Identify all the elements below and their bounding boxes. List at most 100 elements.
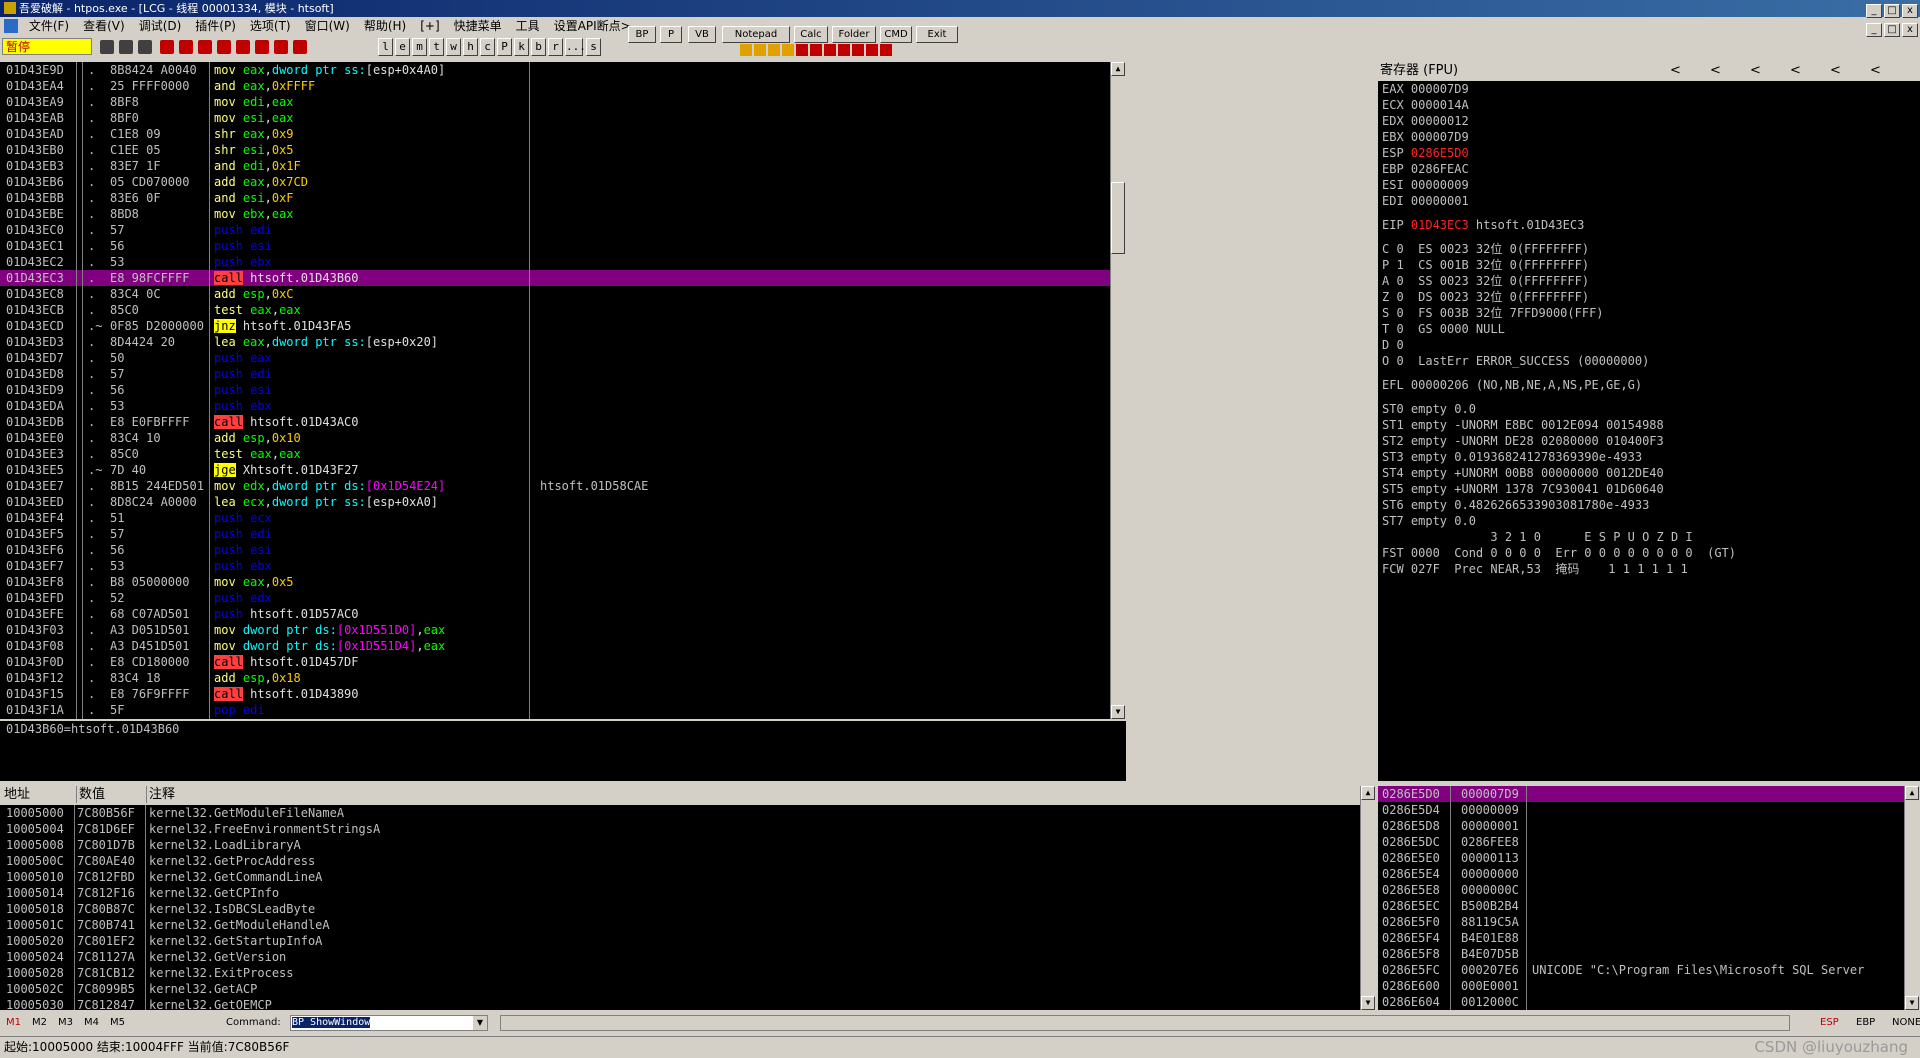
- register-line[interactable]: ESP 0286E5D0: [1378, 145, 1920, 161]
- register-line[interactable]: ST4 empty +UNORM 00B8 00000000 0012DE40: [1378, 465, 1920, 481]
- dump-row[interactable]: 1000501C 7C80B741 kernel32.GetModuleHandle…: [0, 917, 1360, 933]
- disasm-row[interactable]: 01D43ED3. 8D4424 20 lea eax,dword ptr ss:[…: [0, 334, 1110, 350]
- disasm-row[interactable]: 01D43EF5. 57 push edi: [0, 526, 1110, 542]
- dump-row[interactable]: 1000500C 7C80AE40 kernel32.GetProcAddress: [0, 853, 1360, 869]
- stack-row[interactable]: 0286E5D8 00000001: [1378, 818, 1904, 834]
- menu-item[interactable]: 文件(F): [22, 17, 76, 36]
- stack-row[interactable]: 0286E5EC B500B2B4: [1378, 898, 1904, 914]
- disasm-row[interactable]: 01D43EA9. 8BF8 mov edi,eax: [0, 94, 1110, 110]
- register-line[interactable]: Z 0 DS 0023 32位 0(FFFFFFFF): [1378, 289, 1920, 305]
- menu-item[interactable]: 查看(V): [76, 17, 132, 36]
- toolbar-c-button[interactable]: c: [480, 38, 495, 56]
- memory-tab-m2[interactable]: M2: [32, 1012, 58, 1034]
- register-line[interactable]: D 0: [1378, 337, 1920, 353]
- menu-item[interactable]: 帮助(H): [357, 17, 413, 36]
- menu-item[interactable]: 快捷菜单: [447, 17, 509, 36]
- stack-row[interactable]: 0286E600 000E0001: [1378, 978, 1904, 994]
- stack-scroll-up[interactable]: ▲: [1905, 786, 1919, 800]
- execute-till-return-icon[interactable]: [274, 40, 288, 54]
- plugin-icon[interactable]: [796, 44, 808, 56]
- close-button[interactable]: x: [1902, 4, 1918, 18]
- register-line[interactable]: [1378, 233, 1920, 241]
- cmd-reg-none[interactable]: NONE: [1892, 1012, 1920, 1034]
- toolbar-e-button[interactable]: e: [395, 38, 410, 56]
- disasm-row[interactable]: 01D43EE5 .~ 7D 40 jge Xhtsoft.01D43F27: [0, 462, 1110, 478]
- register-line[interactable]: A 0 SS 0023 32位 0(FFFFFFFF): [1378, 273, 1920, 289]
- disasm-row[interactable]: 01D43F08. A3 D451D501 mov dword ptr ds:[0x…: [0, 638, 1110, 654]
- cmd-reg-ebp[interactable]: EBP: [1856, 1012, 1892, 1034]
- register-nav-arrow[interactable]: <: [1830, 62, 1870, 79]
- disasm-row[interactable]: 01D43EED. 8D8C24 A0000 lea ecx,dword ptr s…: [0, 494, 1110, 510]
- register-line[interactable]: EDI 00000001: [1378, 193, 1920, 209]
- stack-row[interactable]: 0286E5F0 88119C5A: [1378, 914, 1904, 930]
- disasm-row[interactable]: 01D43EC2. 53 push ebx: [0, 254, 1110, 270]
- toolbar-m-button[interactable]: m: [412, 38, 427, 56]
- plugin-icon[interactable]: [810, 44, 822, 56]
- disasm-row[interactable]: 01D43EC0. 57 push edi: [0, 222, 1110, 238]
- quick-notepad-button[interactable]: Notepad: [722, 26, 790, 43]
- stack-row[interactable]: 0286E5FC 000207E6 UNICODE "C:\Program File…: [1378, 962, 1904, 978]
- stack-row[interactable]: 0286E5E8 0000000C: [1378, 882, 1904, 898]
- scroll-up-arrow[interactable]: ▲: [1111, 62, 1125, 76]
- register-line[interactable]: ECX 0000014A: [1378, 97, 1920, 113]
- disasm-row[interactable]: 01D43ED7. 50 push eax: [0, 350, 1110, 366]
- toolbar-l-button[interactable]: l: [378, 38, 393, 56]
- register-line[interactable]: ST2 empty -UNORM DE28 02080000 010400F3: [1378, 433, 1920, 449]
- menu-item[interactable]: 调试(D): [132, 17, 189, 36]
- register-line[interactable]: EBX 000007D9: [1378, 129, 1920, 145]
- register-line[interactable]: C 0 ES 0023 32位 0(FFFFFFFF): [1378, 241, 1920, 257]
- register-nav-arrow[interactable]: <: [1670, 62, 1710, 79]
- register-line[interactable]: ST0 empty 0.0: [1378, 401, 1920, 417]
- disasm-row[interactable]: 01D43F12. 83C4 18 add esp,0x18: [0, 670, 1110, 686]
- plugin-icon[interactable]: [880, 44, 892, 56]
- disasm-row[interactable]: 01D43ECB. 85C0 test eax,eax: [0, 302, 1110, 318]
- stack-row[interactable]: 0286E5D4 00000009: [1378, 802, 1904, 818]
- toolbar-r-button[interactable]: r: [548, 38, 563, 56]
- disasm-row[interactable]: 01D43F0D. E8 CD180000 call htsoft.01D457DF: [0, 654, 1110, 670]
- dump-row[interactable]: 10005000 7C80B56F kernel32.GetModuleFileNa…: [0, 805, 1360, 821]
- memory-tab-m5[interactable]: M5: [110, 1012, 136, 1034]
- disasm-row[interactable]: 01D43EC1. 56 push esi: [0, 238, 1110, 254]
- disasm-row[interactable]: 01D43EE3. 85C0 test eax,eax: [0, 446, 1110, 462]
- dump-scrollbar[interactable]: ▲ ▼: [1360, 786, 1376, 1010]
- app-menu-icon[interactable]: [4, 19, 18, 33]
- menu-item[interactable]: 选项(T): [243, 17, 298, 36]
- register-line[interactable]: ESI 00000009: [1378, 177, 1920, 193]
- disasm-row[interactable]: 01D43EF4. 51 push ecx: [0, 510, 1110, 526]
- menu-item[interactable]: [+]: [413, 17, 446, 36]
- disasm-row[interactable]: 01D43EF8. B8 05000000 mov eax,0x5: [0, 574, 1110, 590]
- register-line[interactable]: ST1 empty -UNORM E8BC 0012E094 00154988: [1378, 417, 1920, 433]
- step-over-icon[interactable]: [217, 40, 231, 54]
- stack-row[interactable]: 0286E604 0012000C: [1378, 994, 1904, 1010]
- register-line[interactable]: S 0 FS 003B 32位 7FFD9000(FFF): [1378, 305, 1920, 321]
- toolbar-P-button[interactable]: P: [497, 38, 512, 56]
- stack-scrollbar[interactable]: ▲ ▼: [1904, 786, 1920, 1010]
- dump-row[interactable]: 10005004 7C81D6EF kernel32.FreeEnvironment…: [0, 821, 1360, 837]
- cmd-reg-esp[interactable]: ESP: [1820, 1012, 1856, 1034]
- dump-scroll-down[interactable]: ▼: [1361, 996, 1375, 1010]
- disasm-row[interactable]: 01D43EFD. 52 push edx: [0, 590, 1110, 606]
- disasm-row[interactable]: 01D43ED9. 56 push esi: [0, 382, 1110, 398]
- dump-row[interactable]: 1000502C 7C8099B5 kernel32.GetACP: [0, 981, 1360, 997]
- disasm-row[interactable]: 01D43EDB. E8 E0FBFFFF call htsoft.01D43AC0: [0, 414, 1110, 430]
- pause-icon[interactable]: [179, 40, 193, 54]
- dump-row[interactable]: 10005018 7C80B87C kernel32.IsDBCSLeadByte: [0, 901, 1360, 917]
- register-line[interactable]: T 0 GS 0000 NULL: [1378, 321, 1920, 337]
- toolbar-t-button[interactable]: t: [429, 38, 444, 56]
- register-line[interactable]: ST5 empty +UNORM 1378 7C930041 01D60640: [1378, 481, 1920, 497]
- disasm-row[interactable]: 01D43EFE. 68 C07AD501 push htsoft.01D57AC0: [0, 606, 1110, 622]
- disassembly-pane[interactable]: 01D43E9D. 8B8424 A0040 mov eax,dword ptr s…: [0, 62, 1110, 719]
- register-nav-arrow[interactable]: <: [1750, 62, 1790, 79]
- stack-row[interactable]: 0286E5F8 B4E07D5B: [1378, 946, 1904, 962]
- disasm-row[interactable]: 01D43F03. A3 D051D501 mov dword ptr ds:[0x…: [0, 622, 1110, 638]
- quick-p-button[interactable]: P: [660, 26, 682, 43]
- quick-folder-button[interactable]: Folder: [832, 26, 876, 43]
- plugin-icon[interactable]: [754, 44, 766, 56]
- open-icon[interactable]: [100, 40, 114, 54]
- toolbar-h-button[interactable]: h: [463, 38, 478, 56]
- toolbar-k-button[interactable]: k: [514, 38, 529, 56]
- scroll-thumb[interactable]: [1111, 182, 1125, 254]
- stack-scroll-down[interactable]: ▼: [1905, 996, 1919, 1010]
- menu-item[interactable]: 窗口(W): [298, 17, 357, 36]
- register-line[interactable]: [1378, 393, 1920, 401]
